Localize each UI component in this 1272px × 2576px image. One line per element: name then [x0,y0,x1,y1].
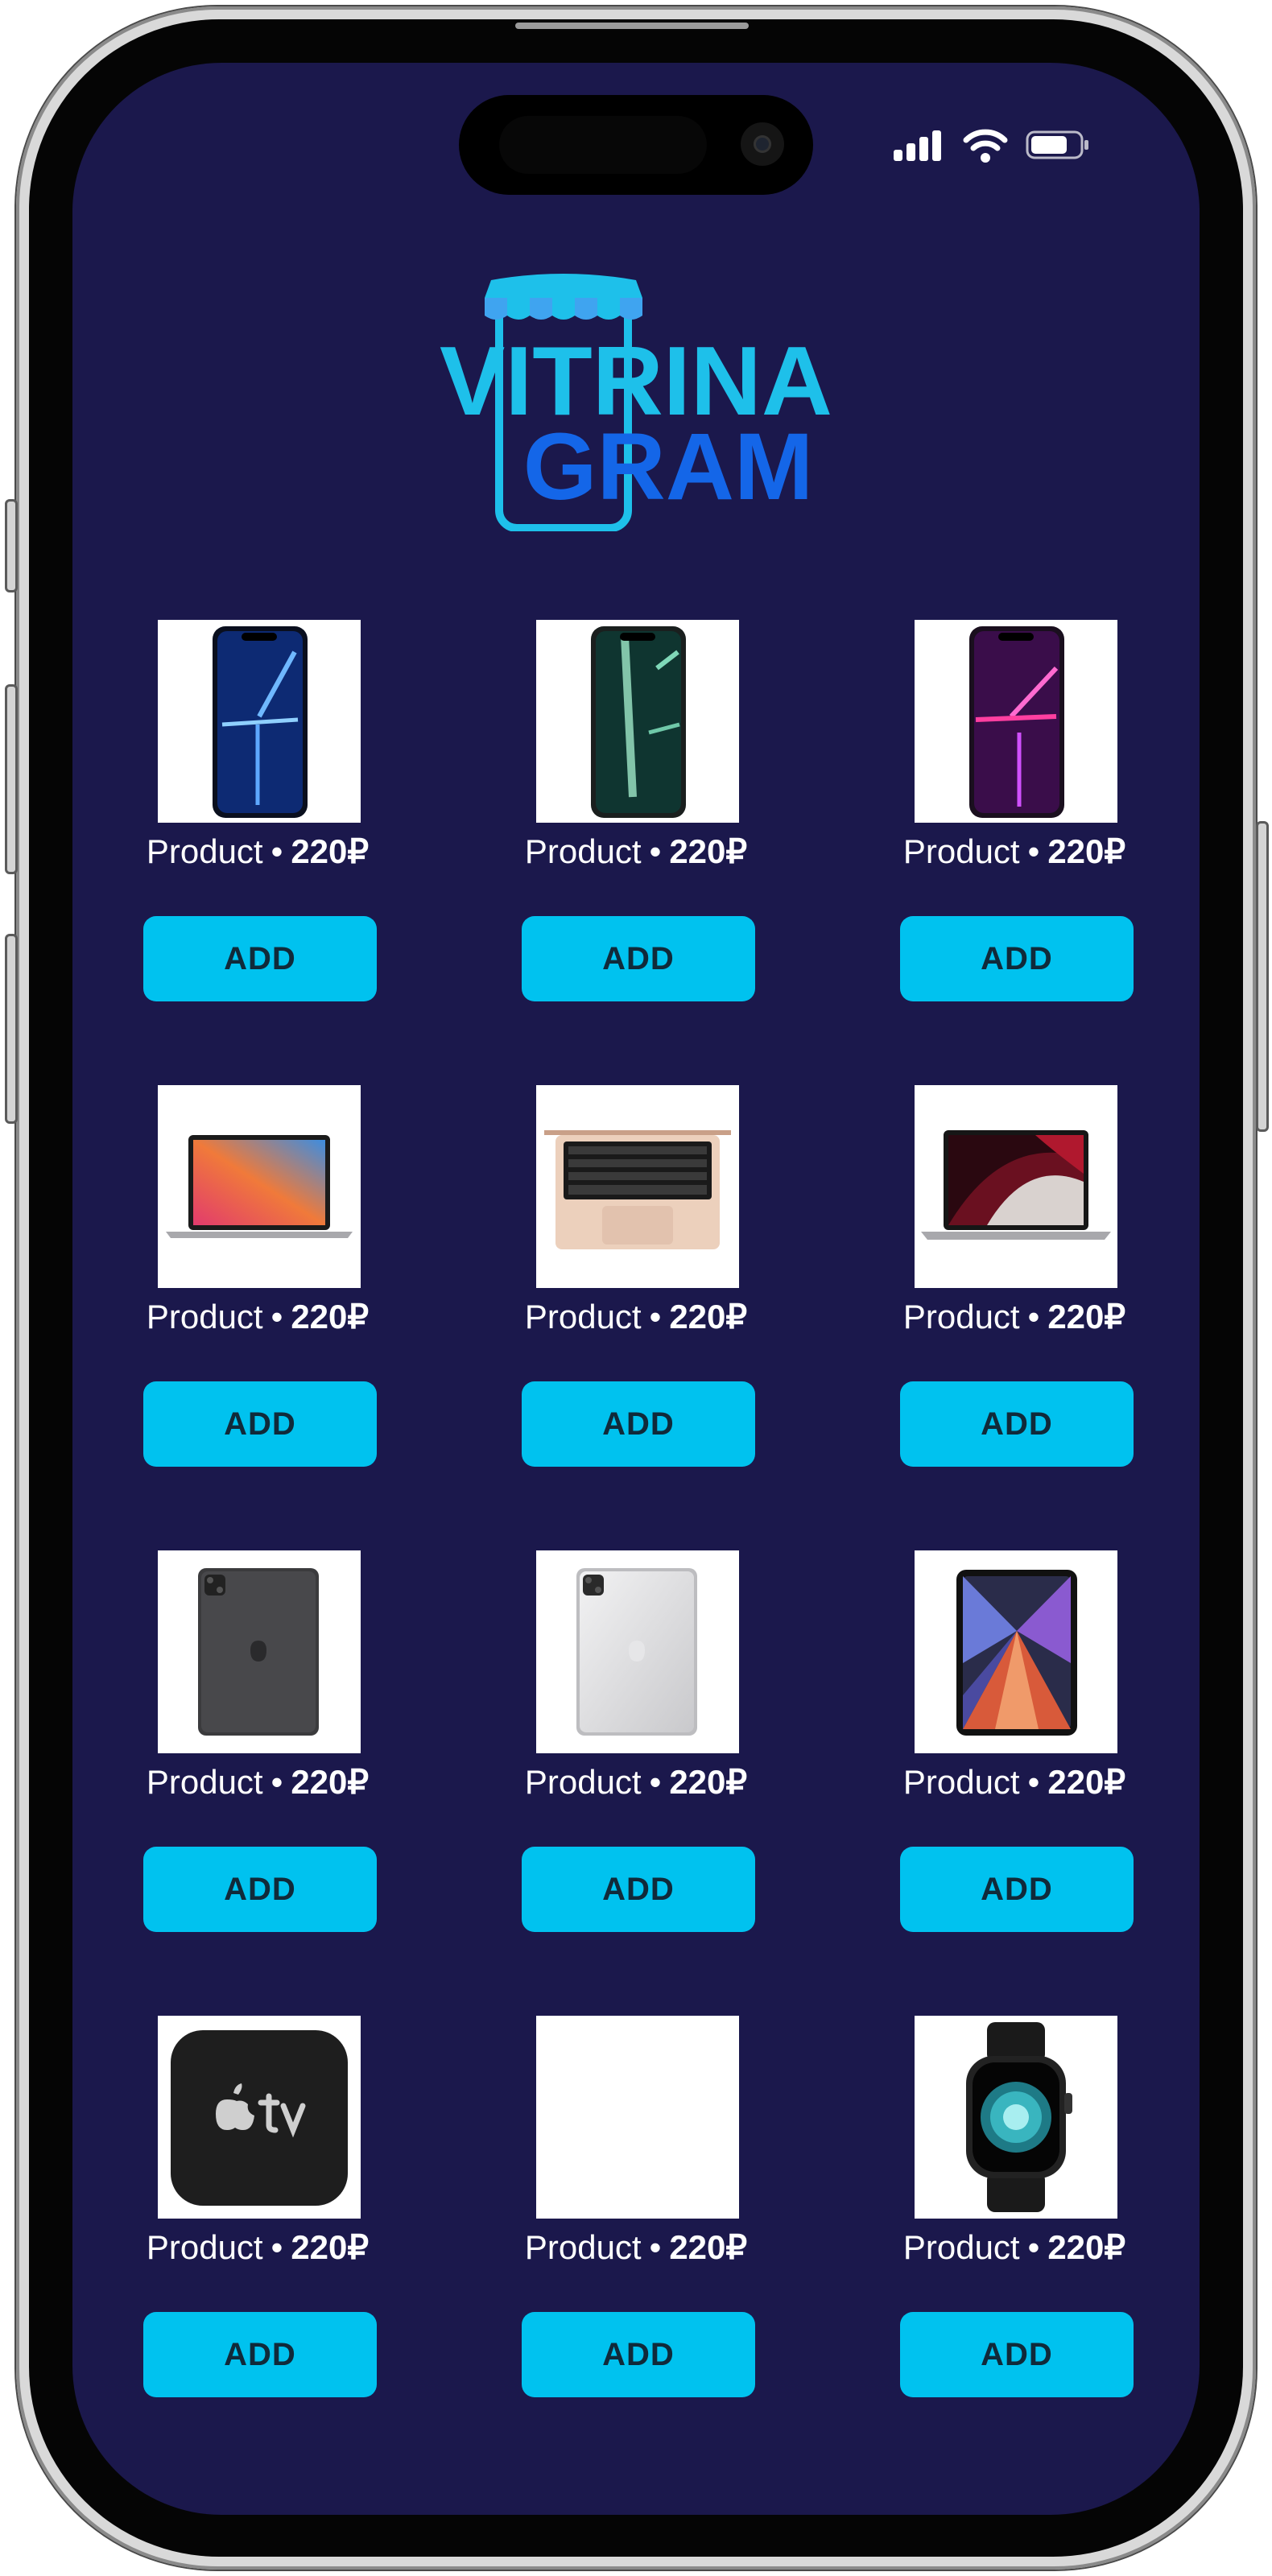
product-caption: Product • 220₽ [524,832,748,870]
add-button[interactable]: ADD [900,1847,1134,1932]
apple-watch-image [915,2016,1117,2219]
product-card: Product • 220₽ ADD [868,2016,1142,2402]
product-caption: Product • 220₽ [146,1763,370,1801]
product-caption: Product • 220₽ [146,1298,370,1335]
product-caption: Product • 220₽ [524,2228,748,2266]
product-card: Product • 220₽ ADD [489,620,763,1006]
apple-tv-image [158,2016,361,2219]
product-caption: Product • 220₽ [902,2228,1126,2266]
add-button[interactable]: ADD [143,2312,377,2397]
add-button[interactable]: ADD [900,916,1134,1001]
product-card: Product • 220₽ ADD [489,1550,763,1937]
ipad-pro-display-image [915,1550,1117,1753]
iphone-blue-image [158,620,361,823]
product-card: Product • 220₽ ADD [868,1550,1142,1937]
product-card: Product • 220₽ ADD [111,620,385,1006]
product-caption: Product • 220₽ [146,832,370,870]
blank-image [536,2016,739,2219]
add-button[interactable]: ADD [143,1847,377,1932]
macbook-pro-image [915,1085,1117,1288]
product-caption: Product • 220₽ [902,1763,1126,1801]
product-caption: Product • 220₽ [902,1298,1126,1335]
product-card: Product • 220₽ ADD [111,1550,385,1937]
product-card: Product • 220₽ ADD [868,1085,1142,1472]
add-button[interactable]: ADD [522,1847,755,1932]
add-button[interactable]: ADD [522,1381,755,1467]
ipad-silver-image [536,1550,739,1753]
iphone-purple-image [915,620,1117,823]
product-grid: Product • 220₽ ADD Product • 220₽ ADD Produc… [0,0,1272,2576]
iphone-green-image [536,620,739,823]
product-caption: Product • 220₽ [146,2228,370,2266]
product-card: Product • 220₽ ADD [111,2016,385,2402]
add-button[interactable]: ADD [900,1381,1134,1467]
add-button[interactable]: ADD [143,916,377,1001]
add-button[interactable]: ADD [900,2312,1134,2397]
product-caption: Product • 220₽ [524,1298,748,1335]
product-card: Product • 220₽ ADD [868,620,1142,1006]
product-card: Product • 220₽ ADD [489,2016,763,2402]
add-button[interactable]: ADD [522,916,755,1001]
macbook-air-image [158,1085,361,1288]
product-card: Product • 220₽ ADD [489,1085,763,1472]
macbook-keyboard-image [536,1085,739,1288]
product-caption: Product • 220₽ [902,832,1126,870]
add-button[interactable]: ADD [522,2312,755,2397]
product-caption: Product • 220₽ [524,1763,748,1801]
ipad-space-gray-image [158,1550,361,1753]
add-button[interactable]: ADD [143,1381,377,1467]
product-card: Product • 220₽ ADD [111,1085,385,1472]
